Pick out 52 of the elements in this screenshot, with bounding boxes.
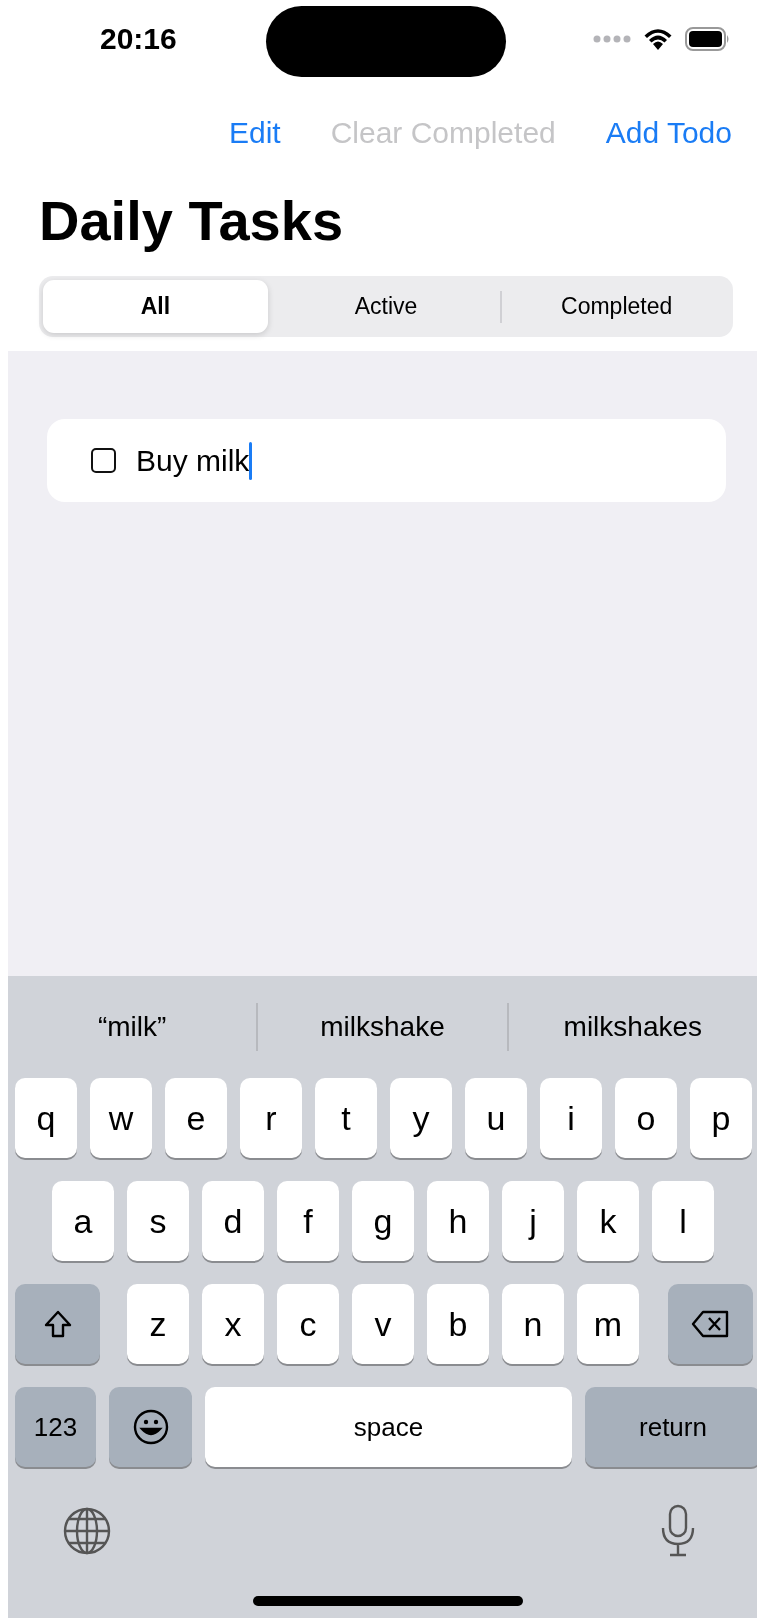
emoji-key[interactable] <box>109 1387 192 1467</box>
letter-key[interactable]: i <box>540 1078 602 1158</box>
filter-tab[interactable]: Active <box>273 280 499 333</box>
letter-key[interactable]: n <box>502 1284 564 1364</box>
wifi-icon <box>643 27 673 51</box>
letter-key[interactable]: l <box>652 1181 714 1261</box>
shift-key[interactable] <box>15 1284 100 1364</box>
todo-checkbox[interactable] <box>91 448 116 473</box>
numbers-key[interactable]: 123 <box>15 1387 96 1467</box>
shift-icon <box>42 1309 73 1339</box>
letter-key[interactable]: z <box>127 1284 189 1364</box>
microphone-icon[interactable] <box>659 1504 697 1558</box>
letter-key[interactable]: f <box>277 1181 339 1261</box>
signal-icon <box>593 35 631 43</box>
letter-key[interactable]: m <box>577 1284 639 1364</box>
battery-icon <box>685 27 731 51</box>
letter-key[interactable]: y <box>390 1078 452 1158</box>
return-key[interactable]: return <box>585 1387 757 1467</box>
smiley-icon <box>131 1408 170 1446</box>
letter-key[interactable]: j <box>502 1181 564 1261</box>
page-title: Daily Tasks <box>39 188 345 254</box>
status-time: 20:16 <box>100 22 177 56</box>
letter-key[interactable]: v <box>352 1284 414 1364</box>
letter-key[interactable]: g <box>352 1181 414 1261</box>
suggestion[interactable]: milkshakes <box>508 1011 757 1043</box>
letter-key[interactable]: r <box>240 1078 302 1158</box>
letter-key[interactable]: e <box>165 1078 227 1158</box>
globe-icon[interactable] <box>62 1506 112 1556</box>
letter-key[interactable]: x <box>202 1284 264 1364</box>
nav-button[interactable]: Edit <box>228 116 281 150</box>
letter-key[interactable]: d <box>202 1181 264 1261</box>
suggestion[interactable]: “milk” <box>8 1011 257 1043</box>
filter-tab[interactable]: All <box>43 280 268 333</box>
todo-text-field[interactable]: Buy milk <box>136 443 250 478</box>
letter-key[interactable]: s <box>127 1181 189 1261</box>
backspace-icon <box>690 1309 731 1339</box>
suggestion[interactable]: milkshake <box>258 1011 507 1043</box>
letter-key[interactable]: b <box>427 1284 489 1364</box>
letter-key[interactable]: u <box>465 1078 527 1158</box>
letter-key[interactable]: o <box>615 1078 677 1158</box>
letter-key[interactable]: t <box>315 1078 377 1158</box>
letter-key[interactable]: p <box>690 1078 752 1158</box>
nav-button[interactable]: Add Todo <box>605 116 732 150</box>
space-key[interactable]: space <box>205 1387 572 1467</box>
letter-key[interactable]: k <box>577 1181 639 1261</box>
letter-key[interactable]: h <box>427 1181 489 1261</box>
letter-key[interactable]: w <box>90 1078 152 1158</box>
filter-tab[interactable]: Completed <box>504 280 729 333</box>
letter-key[interactable]: c <box>277 1284 339 1364</box>
delete-key[interactable] <box>668 1284 753 1364</box>
letter-key[interactable]: q <box>15 1078 77 1158</box>
letter-key[interactable]: a <box>52 1181 114 1261</box>
